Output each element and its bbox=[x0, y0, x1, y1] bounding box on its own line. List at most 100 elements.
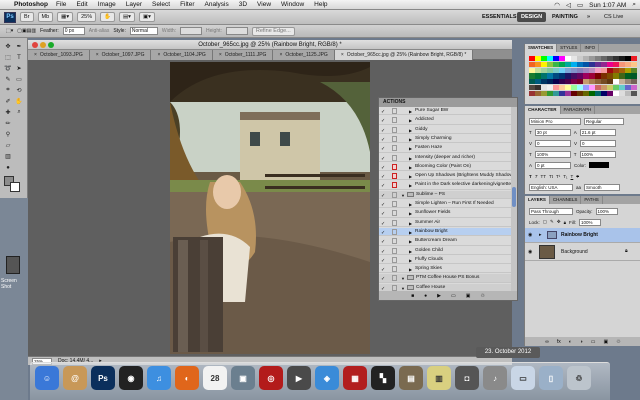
action-row[interactable]: ✓ ▶ Spring Skies bbox=[379, 265, 517, 274]
zoom-tool-icon[interactable]: ⌕ bbox=[14, 108, 24, 117]
tab-paths[interactable]: PATHS bbox=[581, 196, 603, 204]
color-swatch[interactable] bbox=[529, 84, 535, 91]
color-swatch[interactable] bbox=[631, 61, 637, 68]
color-swatch[interactable] bbox=[565, 90, 571, 96]
close-tab-icon[interactable]: × bbox=[157, 52, 160, 58]
color-swatch[interactable] bbox=[559, 79, 565, 85]
actions-scrollbar[interactable] bbox=[511, 107, 517, 293]
color-swatch[interactable] bbox=[529, 79, 535, 85]
color-swatch[interactable] bbox=[589, 84, 595, 91]
workspace-painting[interactable]: PAINTING bbox=[548, 12, 582, 22]
volume-icon[interactable]: ◁ bbox=[566, 1, 571, 9]
color-swatch[interactable] bbox=[607, 79, 613, 85]
blend-mode-select[interactable]: Pass Through bbox=[529, 207, 573, 215]
disclosure-triangle-icon[interactable]: ▶ bbox=[409, 210, 412, 218]
color-swatch[interactable] bbox=[583, 90, 589, 96]
action-row[interactable]: ✓ ▶ Pure Sugar BW bbox=[379, 107, 517, 116]
healing-brush-tool-icon[interactable]: ✚ bbox=[3, 108, 13, 117]
color-swatch[interactable] bbox=[535, 61, 541, 68]
color-swatch[interactable] bbox=[535, 90, 541, 96]
action-toggle-checkbox[interactable]: ✓ bbox=[381, 248, 385, 256]
cs-live-button[interactable]: CS Live bbox=[600, 12, 627, 22]
dialog-toggle-icon[interactable] bbox=[392, 154, 397, 161]
action-row[interactable]: ✓ ▶ Fasten Haze bbox=[379, 144, 517, 153]
small-caps-button[interactable]: Tt bbox=[549, 174, 553, 179]
action-toggle-checkbox[interactable]: ✓ bbox=[381, 210, 385, 218]
battery-icon[interactable]: ▭ bbox=[577, 1, 583, 9]
action-toggle-checkbox[interactable]: ✓ bbox=[381, 155, 385, 163]
color-swatch[interactable] bbox=[601, 84, 607, 91]
disclosure-triangle-icon[interactable]: ▼ bbox=[401, 192, 405, 200]
action-row[interactable]: ✓ ▼ Sublime – PS bbox=[379, 190, 517, 200]
document-icon[interactable]: ▭ bbox=[511, 366, 535, 390]
itunes-icon[interactable]: ♫ bbox=[147, 366, 171, 390]
color-swatch[interactable] bbox=[619, 61, 625, 68]
tab-swatches[interactable]: SWATCHES bbox=[525, 44, 558, 52]
action-row[interactable]: ✓ ▶ Addicted bbox=[379, 116, 517, 125]
lock-image-icon[interactable]: ✎ bbox=[550, 219, 554, 225]
color-swatch[interactable] bbox=[595, 90, 601, 96]
color-swatch[interactable] bbox=[625, 56, 631, 62]
color-swatch[interactable] bbox=[583, 79, 589, 85]
tab-document-3[interactable]: × October_1104.JPG bbox=[151, 50, 213, 60]
menu-analysis[interactable]: Analysis bbox=[205, 1, 229, 8]
color-swatch[interactable] bbox=[631, 67, 637, 73]
style-select[interactable]: Normal bbox=[129, 27, 158, 35]
dialog-toggle-icon[interactable] bbox=[392, 163, 397, 170]
color-swatch[interactable] bbox=[571, 56, 577, 62]
dialog-toggle-icon[interactable] bbox=[392, 173, 397, 180]
stickies-icon[interactable]: ▥ bbox=[427, 366, 451, 390]
disclosure-triangle-icon[interactable]: ▶ bbox=[409, 155, 412, 163]
workspace-design[interactable]: DESIGN bbox=[517, 12, 547, 22]
color-swatch[interactable] bbox=[607, 90, 613, 96]
shape-tool-icon[interactable]: ▭ bbox=[14, 75, 24, 84]
menu-app-name[interactable]: Photoshop bbox=[14, 1, 48, 8]
refine-edge-button[interactable]: Refine Edge... bbox=[251, 26, 295, 36]
film-icon[interactable]: ▦ bbox=[343, 366, 367, 390]
font-size-input[interactable]: 30 pt bbox=[534, 128, 571, 136]
color-swatch[interactable] bbox=[547, 73, 553, 79]
menu-filter[interactable]: Filter bbox=[180, 1, 194, 8]
color-swatch[interactable] bbox=[547, 56, 553, 62]
disclosure-triangle-icon[interactable]: ▶ bbox=[409, 127, 412, 135]
disclosure-triangle-icon[interactable]: ▶ bbox=[409, 117, 412, 125]
baseline-input[interactable]: 0 pt bbox=[535, 161, 572, 169]
color-swatch[interactable] bbox=[553, 79, 559, 85]
action-toggle-checkbox[interactable]: ✓ bbox=[381, 275, 385, 283]
brush-tool-icon[interactable]: ✏ bbox=[3, 119, 13, 128]
new-set-icon[interactable]: ▭ bbox=[451, 293, 456, 299]
color-swatch[interactable] bbox=[613, 56, 619, 62]
finder-icon[interactable]: ☺ bbox=[35, 366, 59, 390]
color-swatch[interactable] bbox=[565, 84, 571, 91]
tab-layers[interactable]: LAYERS bbox=[525, 196, 550, 204]
color-swatch[interactable] bbox=[559, 67, 565, 73]
disclosure-triangle-icon[interactable]: ▶ bbox=[409, 164, 412, 172]
color-swatch[interactable] bbox=[577, 73, 583, 79]
color-swatch[interactable] bbox=[529, 90, 535, 96]
action-toggle-checkbox[interactable]: ✓ bbox=[381, 182, 385, 190]
layer-name[interactable]: Background bbox=[561, 249, 588, 255]
action-toggle-checkbox[interactable]: ✓ bbox=[381, 238, 385, 246]
dialog-toggle-icon[interactable] bbox=[392, 247, 397, 254]
dialog-toggle-icon[interactable] bbox=[392, 117, 397, 124]
hand-tool-icon[interactable]: ✋ bbox=[14, 97, 24, 106]
color-swatch[interactable] bbox=[625, 84, 631, 91]
dialog-toggle-icon[interactable] bbox=[392, 210, 397, 217]
color-swatch[interactable] bbox=[565, 56, 571, 62]
dialog-toggle-icon[interactable] bbox=[392, 284, 397, 291]
color-swatch[interactable] bbox=[559, 61, 565, 68]
menu-help[interactable]: Help bbox=[314, 1, 327, 8]
color-swatch[interactable] bbox=[553, 90, 559, 96]
action-toggle-checkbox[interactable]: ✓ bbox=[381, 145, 385, 153]
bridge-button[interactable]: Br bbox=[20, 12, 34, 22]
color-swatch[interactable] bbox=[577, 67, 583, 73]
eye-icon[interactable]: ◉ bbox=[528, 249, 532, 255]
color-swatch[interactable] bbox=[595, 61, 601, 68]
action-row[interactable]: ✓ ▶ Buttercream Dream bbox=[379, 237, 517, 246]
color-swatch[interactable] bbox=[535, 79, 541, 85]
tab-info[interactable]: INFO bbox=[581, 44, 600, 52]
new-layer-icon[interactable]: ▣ bbox=[604, 339, 609, 345]
arrange-documents-button[interactable]: ▤▾ bbox=[118, 12, 135, 22]
tab-document-active[interactable]: × October_965cc.jpg @ 25% (Rainbow Bright… bbox=[334, 50, 474, 60]
color-swatch[interactable] bbox=[613, 61, 619, 68]
